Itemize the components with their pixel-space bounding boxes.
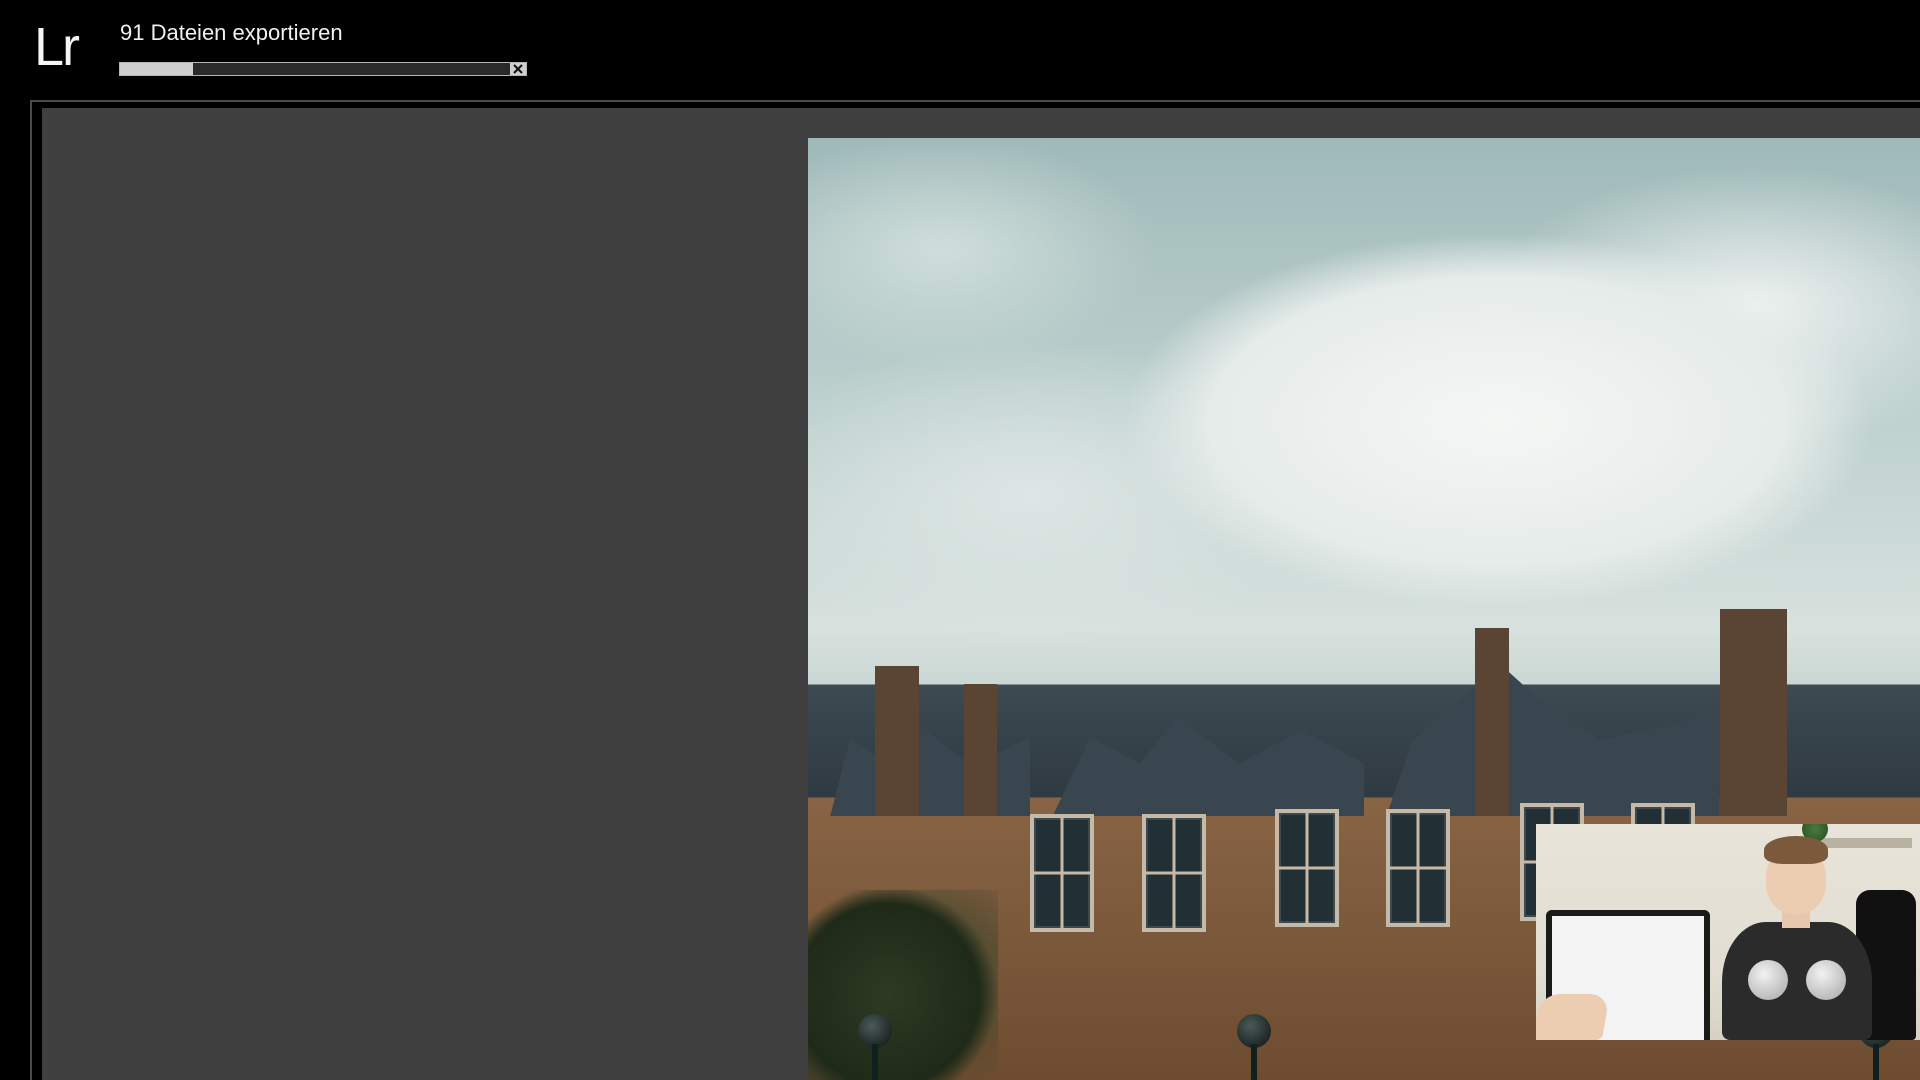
export-progress-bar: [119, 62, 527, 76]
app-titlebar: Lr 91 Dateien exportieren: [0, 0, 1920, 96]
workspace: [30, 100, 1920, 1080]
cancel-export-button[interactable]: [510, 63, 526, 75]
photo-lamp: [852, 1014, 898, 1080]
export-progress-fill: [120, 63, 193, 75]
export-status-label: 91 Dateien exportieren: [120, 20, 343, 46]
photo-tree: [808, 890, 998, 1080]
photo-roofline: [808, 628, 1920, 816]
lightroom-logo: Lr: [34, 20, 78, 74]
close-icon: [513, 64, 523, 74]
logo-text: Lr: [34, 17, 78, 77]
image-canvas[interactable]: [42, 108, 1920, 1080]
photo-lamp: [1231, 1014, 1277, 1080]
webcam-overlay: [1536, 824, 1920, 1040]
